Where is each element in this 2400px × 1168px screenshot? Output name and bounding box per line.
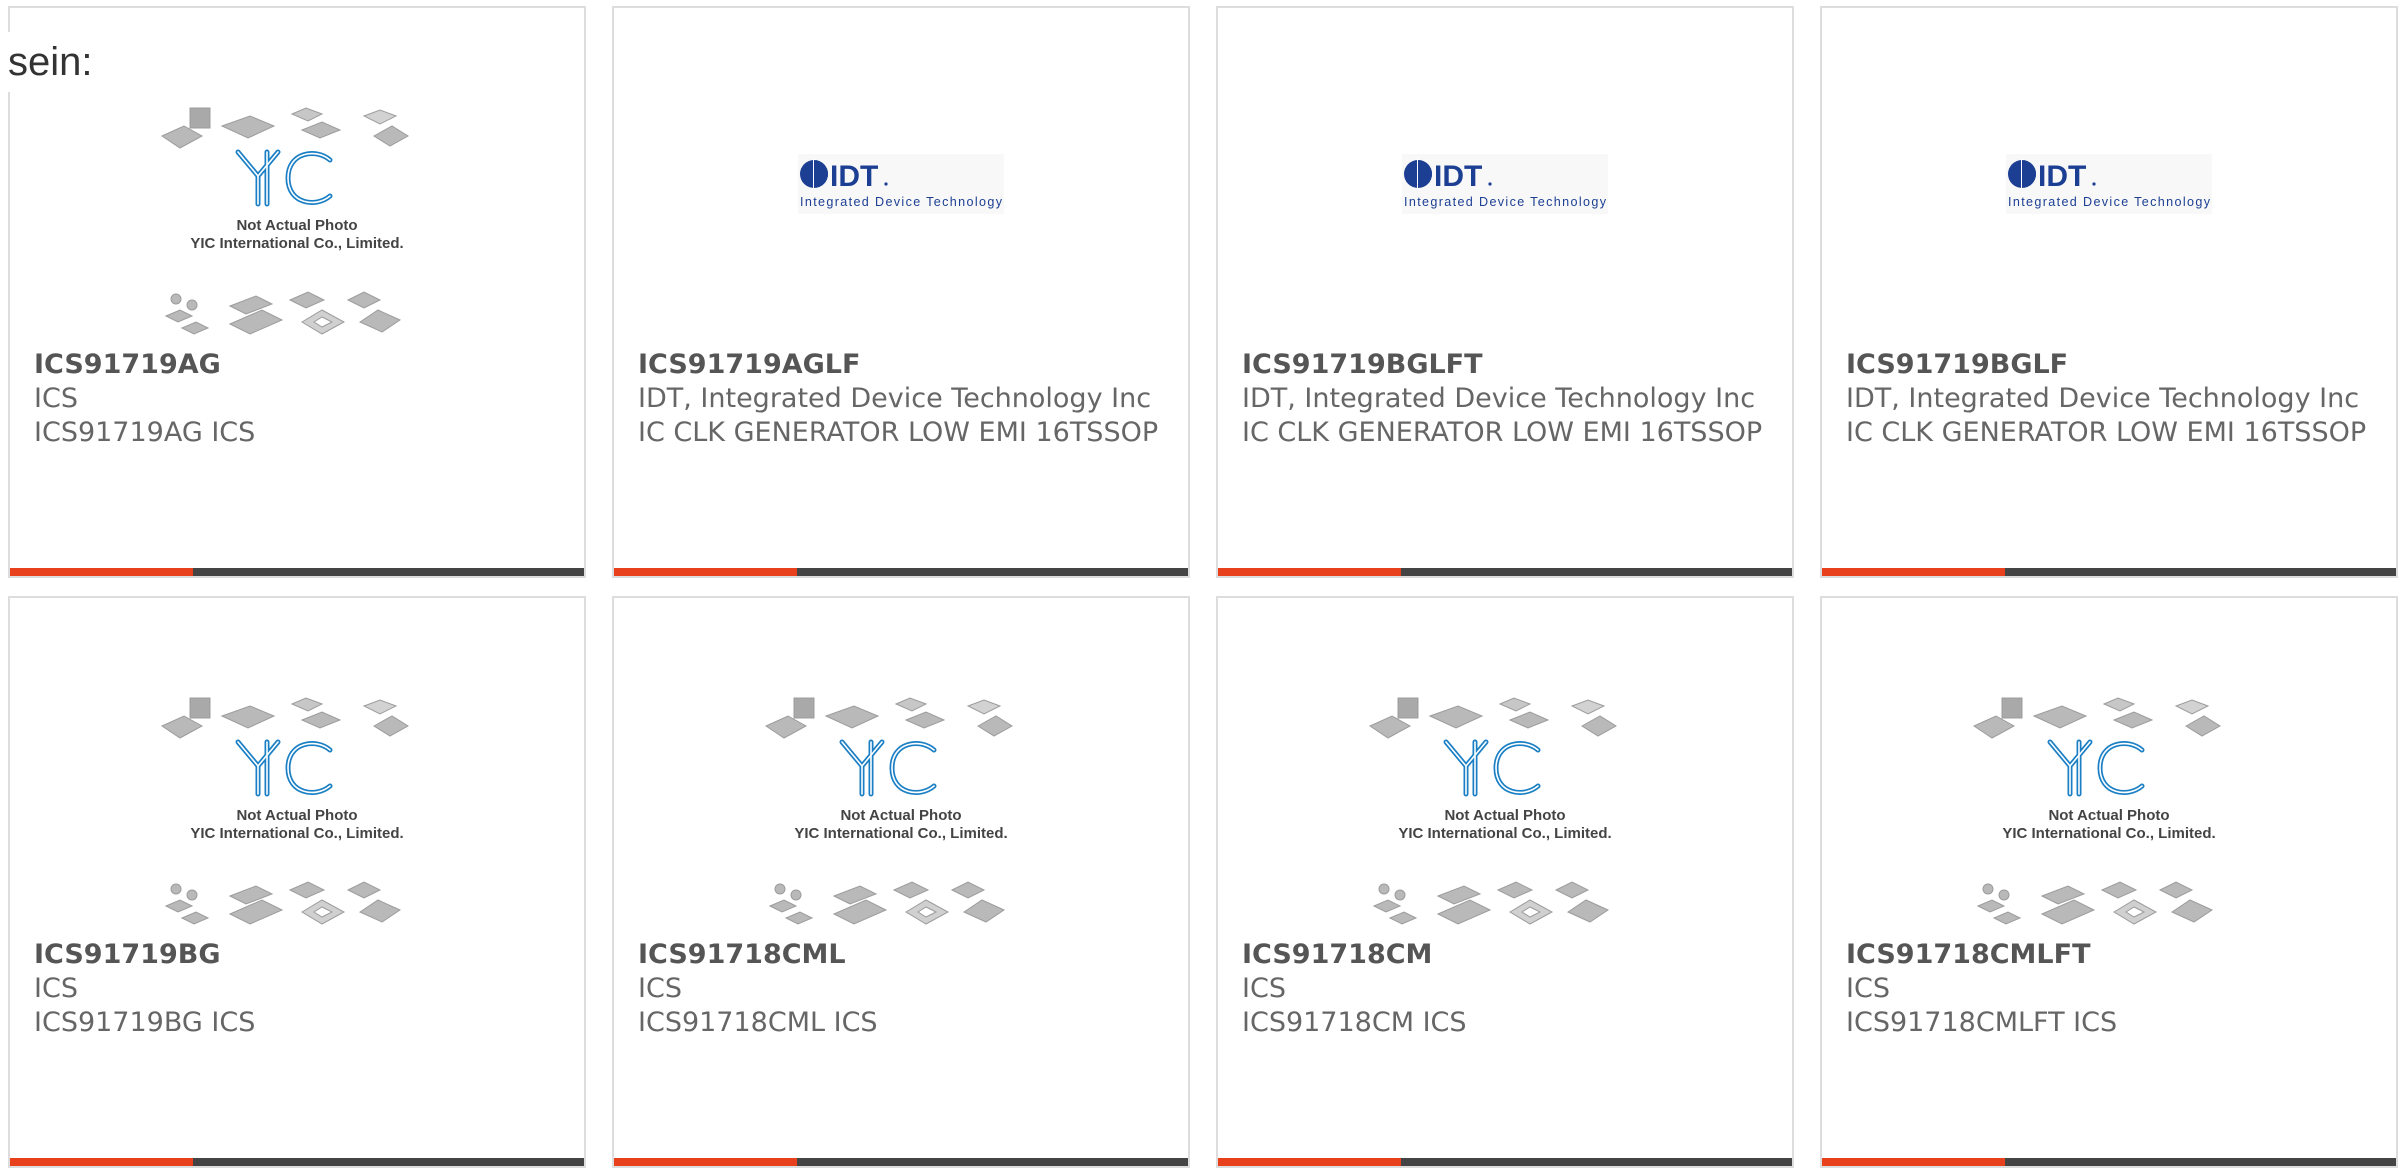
card-footer-bar — [614, 1158, 1188, 1166]
card-footer-bar — [1218, 1158, 1792, 1166]
card-footer-bar — [614, 568, 1188, 576]
idt-logo — [798, 154, 1004, 214]
yic-placeholder-image — [756, 686, 1046, 936]
card-footer-bar — [1218, 568, 1792, 576]
description: ICS91718CMLFT ICS — [1846, 1007, 2118, 1038]
product-image[interactable] — [10, 686, 584, 936]
part-number-link[interactable]: ICS91718CM — [1242, 938, 1772, 972]
part-number-link[interactable]: ICS91719BGLFT — [1242, 348, 1772, 382]
yic-placeholder-image — [1964, 686, 2254, 936]
description: ICS91719AG ICS — [34, 417, 256, 448]
idt-logo — [2006, 154, 2212, 214]
description: IC CLK GENERATOR LOW EMI 16TSSOP — [638, 417, 1159, 448]
yic-placeholder-image — [1360, 686, 1650, 936]
manufacturer: ICS — [1846, 973, 1890, 1004]
card-footer-bar — [1822, 1158, 2396, 1166]
product-card[interactable]: ICS91719BGLF IDT, Integrated Device Tech… — [1820, 6, 2398, 578]
intro-text: sein: — [8, 32, 97, 92]
manufacturer: ICS — [34, 383, 78, 414]
product-card[interactable]: ICS91719BG ICS ICS91719BG ICS — [8, 596, 586, 1168]
product-card[interactable]: ICS91718CM ICS ICS91718CM ICS — [1216, 596, 1794, 1168]
description: IC CLK GENERATOR LOW EMI 16TSSOP — [1242, 417, 1763, 448]
part-number-link[interactable]: ICS91719BGLF — [1846, 348, 2376, 382]
description: IC CLK GENERATOR LOW EMI 16TSSOP — [1846, 417, 2367, 448]
card-footer-bar — [10, 568, 584, 576]
manufacturer: ICS — [638, 973, 682, 1004]
part-number-link[interactable]: ICS91719AGLF — [638, 348, 1168, 382]
manufacturer: IDT, Integrated Device Technology Inc — [638, 383, 1152, 414]
description: ICS91718CML ICS — [638, 1007, 878, 1038]
description: ICS91719BG ICS — [34, 1007, 256, 1038]
card-footer-bar — [1822, 568, 2396, 576]
card-footer-bar — [10, 1158, 584, 1166]
product-card[interactable]: ICS91719AGLF IDT, Integrated Device Tech… — [612, 6, 1190, 578]
product-image[interactable] — [1218, 686, 1792, 936]
product-image[interactable] — [10, 96, 584, 346]
product-image[interactable] — [1218, 96, 1792, 346]
part-number-link[interactable]: ICS91719AG — [34, 348, 564, 382]
product-card[interactable]: ICS91718CMLFT ICS ICS91718CMLFT ICS — [1820, 596, 2398, 1168]
part-number-link[interactable]: ICS91719BG — [34, 938, 564, 972]
manufacturer: ICS — [1242, 973, 1286, 1004]
product-image[interactable] — [1822, 96, 2396, 346]
part-number-link[interactable]: ICS91718CMLFT — [1846, 938, 2376, 972]
product-card[interactable]: ICS91719BGLFT IDT, Integrated Device Tec… — [1216, 6, 1794, 578]
product-image[interactable] — [614, 96, 1188, 346]
product-card[interactable]: ICS91718CML ICS ICS91718CML ICS — [612, 596, 1190, 1168]
manufacturer: IDT, Integrated Device Technology Inc — [1242, 383, 1756, 414]
idt-logo — [1402, 154, 1608, 214]
description: ICS91718CM ICS — [1242, 1007, 1467, 1038]
yic-placeholder-image — [152, 686, 442, 936]
product-image[interactable] — [1822, 686, 2396, 936]
manufacturer: ICS — [34, 973, 78, 1004]
part-number-link[interactable]: ICS91718CML — [638, 938, 1168, 972]
yic-placeholder-image — [152, 96, 442, 346]
manufacturer: IDT, Integrated Device Technology Inc — [1846, 383, 2360, 414]
product-image[interactable] — [614, 686, 1188, 936]
